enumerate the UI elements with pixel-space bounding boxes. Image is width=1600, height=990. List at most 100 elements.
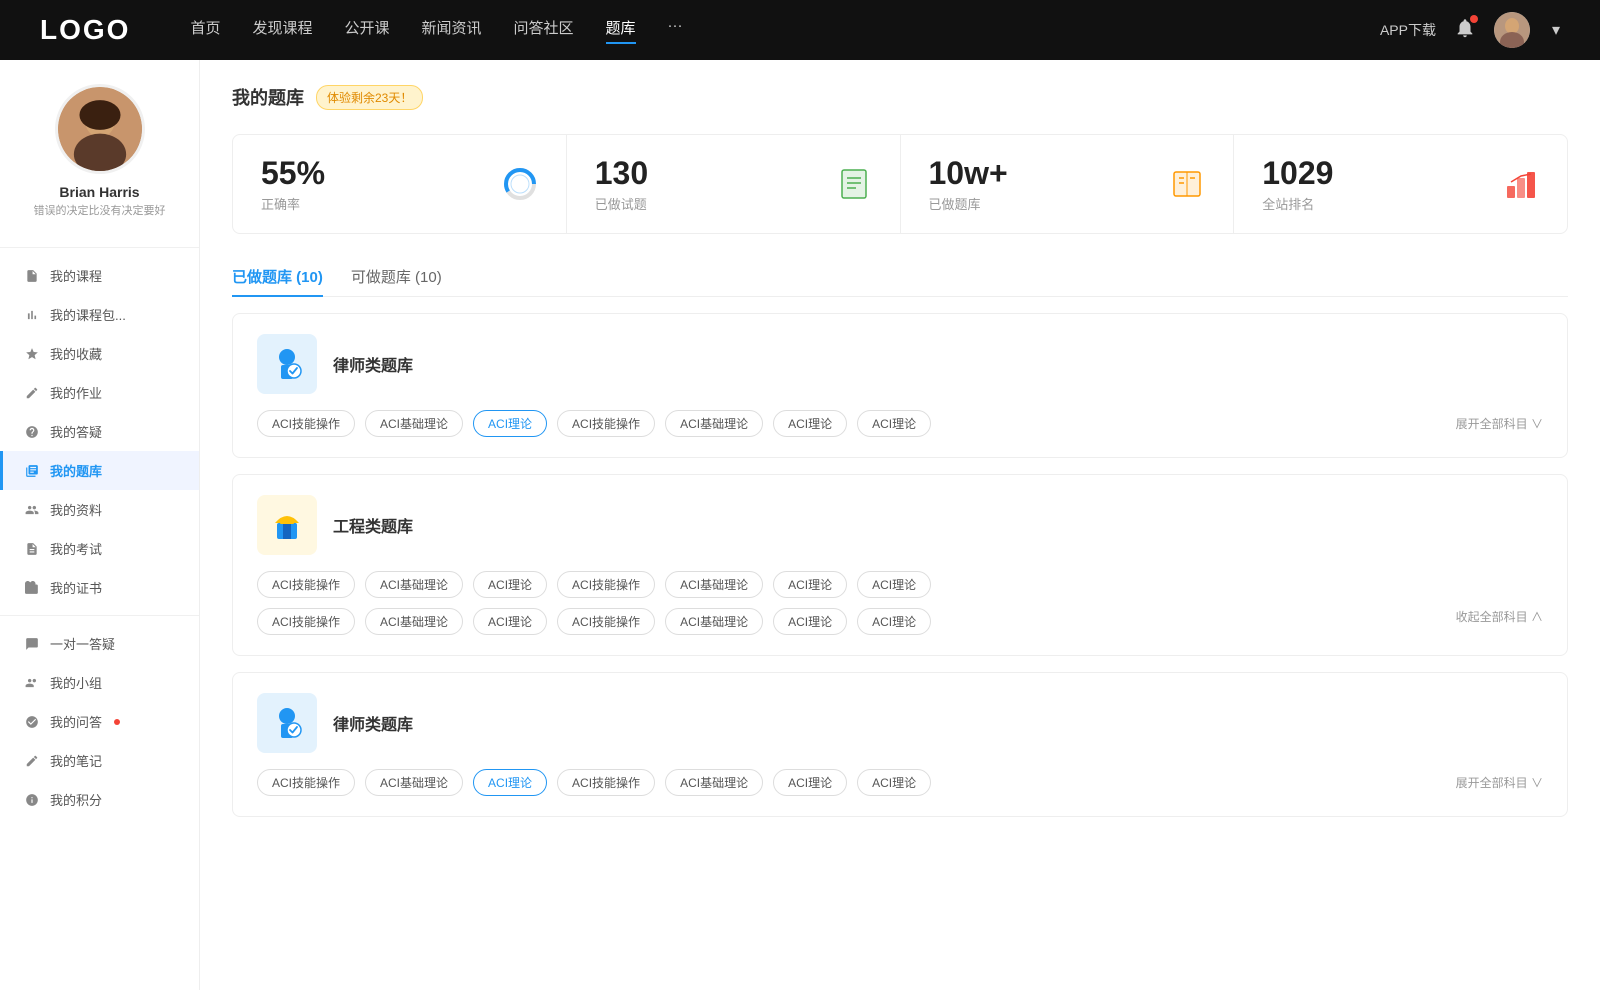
logo[interactable]: LOGO xyxy=(40,14,130,46)
sidebar-item-my-collect[interactable]: 我的收藏 xyxy=(0,334,199,373)
sidebar-label-my-collect: 我的收藏 xyxy=(50,344,102,363)
sidebar-item-one-on-one[interactable]: 一对一答疑 xyxy=(0,624,199,663)
nav-qa[interactable]: 问答社区 xyxy=(514,17,574,44)
tag-item[interactable]: ACI理论 xyxy=(773,571,847,598)
avatar-image xyxy=(58,87,142,171)
user-motto: 错误的决定比没有决定要好 xyxy=(16,204,183,219)
tag-item[interactable]: ACI技能操作 xyxy=(257,769,355,796)
tag-item[interactable]: ACI基础理论 xyxy=(365,571,463,598)
user-dropdown-chevron[interactable]: ▾ xyxy=(1552,20,1560,40)
tag-item-selected[interactable]: ACI理论 xyxy=(473,769,547,796)
sidebar-item-my-cert[interactable]: 我的证书 xyxy=(0,568,199,607)
tab-available-banks[interactable]: 可做题库 (10) xyxy=(351,258,442,297)
sidebar-label-my-homework: 我的作业 xyxy=(50,383,102,402)
tag-item-selected[interactable]: ACI理论 xyxy=(473,410,547,437)
book-yellow-icon xyxy=(1169,166,1205,202)
qbank-tags-engineer-row2: ACI技能操作 ACI基础理论 ACI理论 ACI技能操作 ACI基础理论 AC… xyxy=(257,608,1543,635)
user-avatar[interactable] xyxy=(1494,12,1530,48)
sidebar-item-my-info[interactable]: 我的资料 xyxy=(0,490,199,529)
tag-item[interactable]: ACI基础理论 xyxy=(665,608,763,635)
rank-red-icon xyxy=(1503,166,1539,202)
stat-accuracy-value: 55% xyxy=(261,155,486,192)
sidebar-label-my-bank: 我的题库 xyxy=(50,461,102,480)
tag-item[interactable]: ACI技能操作 xyxy=(557,410,655,437)
stat-done-banks: 10w+ 已做题库 xyxy=(901,135,1235,233)
tag-item[interactable]: ACI基础理论 xyxy=(365,410,463,437)
tag-item[interactable]: ACI理论 xyxy=(857,571,931,598)
nav-news[interactable]: 新闻资讯 xyxy=(422,17,482,44)
page-title: 我的题库 xyxy=(232,84,304,110)
sidebar-item-my-note[interactable]: 我的笔记 xyxy=(0,741,199,780)
page-header: 我的题库 体验剩余23天！ xyxy=(232,84,1568,110)
tag-item[interactable]: ACI理论 xyxy=(773,769,847,796)
edit-icon xyxy=(24,385,40,401)
tag-item[interactable]: ACI理论 xyxy=(857,769,931,796)
qa-icon xyxy=(24,714,40,730)
sidebar-item-my-package[interactable]: 我的课程包... xyxy=(0,295,199,334)
sidebar-item-my-question[interactable]: 我的答疑 xyxy=(0,412,199,451)
tag-item[interactable]: ACI理论 xyxy=(857,608,931,635)
tabs: 已做题库 (10) 可做题库 (10) xyxy=(232,258,1568,297)
bell-button[interactable] xyxy=(1454,17,1476,44)
cert-icon xyxy=(24,580,40,596)
bell-dot xyxy=(1470,15,1478,23)
engineer-icon xyxy=(257,495,317,555)
tag-item[interactable]: ACI技能操作 xyxy=(257,608,355,635)
tag-item[interactable]: ACI技能操作 xyxy=(557,571,655,598)
tag-item[interactable]: ACI理论 xyxy=(773,608,847,635)
main-layout: Brian Harris 错误的决定比没有决定要好 我的课程 我的课程包... … xyxy=(0,60,1600,990)
tag-item[interactable]: ACI技能操作 xyxy=(557,769,655,796)
sidebar-divider-2 xyxy=(0,615,199,616)
sidebar-item-my-answer[interactable]: 我的问答 xyxy=(0,702,199,741)
chart-icon xyxy=(24,307,40,323)
tag-item[interactable]: ACI技能操作 xyxy=(557,608,655,635)
qbank-header-lawyer: 律师类题库 xyxy=(257,334,1543,394)
sidebar-item-my-homework[interactable]: 我的作业 xyxy=(0,373,199,412)
nav-open-course[interactable]: 公开课 xyxy=(344,17,389,44)
tag-item[interactable]: ACI基础理论 xyxy=(365,769,463,796)
tab-done-banks[interactable]: 已做题库 (10) xyxy=(232,258,323,297)
qbank-tags-lawyer: ACI技能操作 ACI基础理论 ACI理论 ACI技能操作 ACI基础理论 AC… xyxy=(257,410,1543,437)
expand-link-lawyer[interactable]: 展开全部科目 ∨ xyxy=(1456,415,1543,432)
nav-home[interactable]: 首页 xyxy=(190,17,220,44)
sidebar: Brian Harris 错误的决定比没有决定要好 我的课程 我的课程包... … xyxy=(0,60,200,990)
tag-item[interactable]: ACI技能操作 xyxy=(257,571,355,598)
tag-item[interactable]: ACI基础理论 xyxy=(665,769,763,796)
tag-item[interactable]: ACI理论 xyxy=(773,410,847,437)
tag-item[interactable]: ACI理论 xyxy=(857,410,931,437)
tag-item[interactable]: ACI基础理论 xyxy=(665,571,763,598)
tag-item[interactable]: ACI理论 xyxy=(473,608,547,635)
sidebar-item-my-course[interactable]: 我的课程 xyxy=(0,256,199,295)
qbank-title-lawyer: 律师类题库 xyxy=(333,352,413,376)
expand-link-lawyer2[interactable]: 展开全部科目 ∨ xyxy=(1456,774,1543,791)
note-green-icon xyxy=(836,166,872,202)
sidebar-item-my-group[interactable]: 我的小组 xyxy=(0,663,199,702)
tag-item[interactable]: ACI基础理论 xyxy=(365,608,463,635)
nav-bank[interactable]: 题库 xyxy=(606,17,636,44)
star-icon xyxy=(24,346,40,362)
stat-accuracy: 55% 正确率 xyxy=(233,135,567,233)
tag-item[interactable]: ACI基础理论 xyxy=(665,410,763,437)
sidebar-item-my-points[interactable]: 我的积分 xyxy=(0,780,199,819)
stat-done-questions-value: 130 xyxy=(595,155,820,192)
qbank-section-lawyer: 律师类题库 ACI技能操作 ACI基础理论 ACI理论 ACI技能操作 ACI基… xyxy=(232,313,1568,458)
tag-item[interactable]: ACI技能操作 xyxy=(257,410,355,437)
collapse-link-engineer[interactable]: 收起全部科目 ∧ xyxy=(1456,608,1543,635)
stats-row: 55% 正确率 130 已做试题 xyxy=(232,134,1568,234)
qbank-header-lawyer2: 律师类题库 xyxy=(257,693,1543,753)
tag-item[interactable]: ACI理论 xyxy=(473,571,547,598)
trial-badge[interactable]: 体验剩余23天！ xyxy=(316,85,423,110)
sidebar-divider-1 xyxy=(0,247,199,248)
stat-accuracy-label: 正确率 xyxy=(261,194,486,213)
sidebar-label-my-note: 我的笔记 xyxy=(50,751,102,770)
stat-done-questions-info: 130 已做试题 xyxy=(595,155,820,213)
app-download[interactable]: APP下载 xyxy=(1380,20,1436,40)
nav-more[interactable]: ··· xyxy=(668,17,683,44)
nav-discover[interactable]: 发现课程 xyxy=(252,17,312,44)
stat-rank-info: 1029 全站排名 xyxy=(1262,155,1487,213)
main-content: 我的题库 体验剩余23天！ 55% 正确率 xyxy=(200,60,1600,990)
note-icon xyxy=(24,753,40,769)
sidebar-item-my-bank[interactable]: 我的题库 xyxy=(0,451,199,490)
qbank-tags-lawyer2: ACI技能操作 ACI基础理论 ACI理论 ACI技能操作 ACI基础理论 AC… xyxy=(257,769,1543,796)
sidebar-item-my-exam[interactable]: 我的考试 xyxy=(0,529,199,568)
